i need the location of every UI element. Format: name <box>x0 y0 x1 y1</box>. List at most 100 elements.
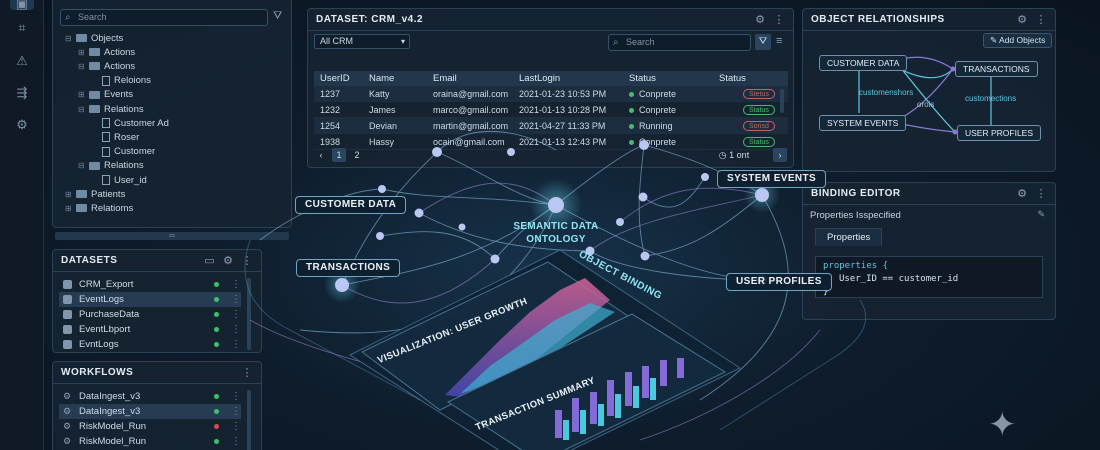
table-cell: martin@gmail.com <box>433 120 509 131</box>
column-header[interactable]: Status <box>713 73 788 84</box>
tree-item[interactable]: Roser <box>91 130 139 144</box>
tree-item[interactable]: ⊟ Objects <box>65 31 123 45</box>
file-icon <box>102 132 110 143</box>
column-header[interactable]: Status <box>623 73 713 84</box>
datasets-item[interactable]: PurchaseData ⋮ <box>59 307 241 322</box>
workflows-item[interactable]: ⚙ RiskModel_Run ⋮ <box>59 434 241 449</box>
datasets-item[interactable]: EvntLogs ⋮ <box>59 337 241 352</box>
filter-icon[interactable]: ⛛ <box>755 34 771 50</box>
datasets-scrollbar[interactable] <box>247 278 251 350</box>
expand-icon[interactable]: ⊞ <box>78 90 86 99</box>
tree-item-label: Customer <box>114 146 156 158</box>
datasets-item[interactable]: EventLbport ⋮ <box>59 322 241 337</box>
collapse-icon[interactable]: ⊟ <box>65 34 73 43</box>
next-page-button[interactable]: › <box>773 148 787 162</box>
datasets-item-label: EventLbport <box>79 324 131 335</box>
rel-node-transactions[interactable]: TRANSACTIONS <box>955 61 1038 77</box>
rel-node-user-profiles[interactable]: USER PROFILES <box>957 125 1042 141</box>
column-header[interactable]: LastLogin <box>513 73 623 84</box>
tree-item[interactable]: ⊟ Actions <box>78 59 135 73</box>
rel-node-customer-data[interactable]: CUSTOMER DATA <box>819 55 908 71</box>
datasets-item[interactable]: EventLogs ⋮ <box>59 292 241 307</box>
more-icon[interactable]: ⋮ <box>242 366 254 379</box>
expand-icon[interactable]: ⊞ <box>78 48 86 57</box>
tree-item[interactable]: ⊞ Actions <box>78 45 135 59</box>
more-icon[interactable]: ⋮ <box>231 324 241 335</box>
menu-icon[interactable]: ≡ <box>776 35 782 47</box>
transaction-summary-title: TRANSACTION SUMMARY <box>474 375 597 434</box>
database-icon <box>63 340 72 349</box>
workflows-item[interactable]: ⚙ DataIngest_v3 ⋮ <box>59 404 241 419</box>
workflows-item-label: RiskModel_Run <box>79 421 147 432</box>
column-header[interactable]: Name <box>363 73 427 84</box>
gear-icon[interactable]: ⚙ <box>1017 187 1027 200</box>
gear-icon[interactable]: ⚙ <box>14 117 30 133</box>
tab-properties[interactable]: Properties <box>815 228 883 246</box>
table-row[interactable]: 1232 James marco@gmail.com 2021-01-13 10:28… <box>314 102 788 118</box>
window-icon[interactable]: ▭ <box>204 254 215 267</box>
tree-item[interactable]: ⊟ Relations <box>78 159 144 173</box>
tree-item[interactable]: Reloions <box>91 74 151 88</box>
tree-item[interactable]: ⊟ Relations <box>78 102 144 116</box>
more-icon[interactable]: ⋮ <box>231 436 241 447</box>
workflows-item[interactable]: ⚙ DataIngest_v3 ⋮ <box>59 389 241 404</box>
tree-item[interactable]: Customer <box>91 145 155 159</box>
dataset-panel: DATASET: CRM_v4.2 ⚙ ⋮ All CRM ▾ ⌕ Search… <box>307 8 794 168</box>
expand-icon[interactable]: ⊞ <box>65 204 73 213</box>
tree-item-label: User_id <box>114 174 147 186</box>
gear-icon[interactable]: ⚙ <box>223 254 233 267</box>
workflows-scrollbar[interactable] <box>247 390 251 450</box>
column-header[interactable]: UserID <box>314 73 363 84</box>
column-header[interactable]: Email <box>427 73 513 84</box>
prev-page-button[interactable]: ‹ <box>314 148 328 162</box>
table-row[interactable]: 1237 Katty oraina@gmail.com 2021-01-23 10:5… <box>314 86 788 102</box>
binding-code-editor[interactable]: properties { User_ID == customer_id } <box>815 256 1043 298</box>
page-2-button[interactable]: 2 <box>350 148 364 162</box>
more-icon[interactable]: ⋮ <box>231 309 241 320</box>
expand-icon[interactable]: ⊞ <box>65 190 73 199</box>
more-icon[interactable]: ⋮ <box>242 254 254 267</box>
grid-icon[interactable]: ▣ <box>10 0 34 11</box>
tree-item[interactable]: Customer Ad <box>91 116 169 130</box>
more-icon[interactable]: ⋮ <box>231 421 241 432</box>
collapse-icon[interactable]: ⊟ <box>78 105 86 114</box>
workflows-item-label: DataIngest_v3 <box>79 391 141 402</box>
collapse-icon[interactable]: ⊟ <box>78 161 86 170</box>
more-icon[interactable]: ⋮ <box>231 406 241 417</box>
collapse-icon[interactable]: ⊟ <box>78 62 86 71</box>
more-icon[interactable]: ⋮ <box>774 13 786 26</box>
flow-icon[interactable]: ⇶ <box>14 85 30 101</box>
tree-item[interactable]: ⊞ Patients <box>65 187 125 201</box>
warning-icon[interactable]: ⚠ <box>14 53 30 69</box>
database-icon <box>63 280 72 289</box>
more-icon[interactable]: ⋮ <box>231 391 241 402</box>
tree-item-label: Patients <box>91 188 126 200</box>
rel-node-system-events[interactable]: SYSTEM EVENTS <box>819 115 907 131</box>
workflows-panel: WORKFLOWS ⋮ ⚙ DataIngest_v3 ⋮ ⚙ DataIngest_v… <box>52 361 262 450</box>
more-icon[interactable]: ⋮ <box>231 294 241 305</box>
gear-icon[interactable]: ⚙ <box>755 13 765 26</box>
tree-item[interactable]: User_id <box>91 173 147 187</box>
chart-icon[interactable]: ⌗ <box>14 20 30 36</box>
page-1-button[interactable]: 1 <box>332 148 346 162</box>
more-icon[interactable]: ⋮ <box>1036 187 1048 200</box>
table-scrollbar[interactable] <box>780 89 784 113</box>
datasets-item-label: EvntLogs <box>79 339 119 350</box>
tree-item[interactable]: ⊞ Relatioms <box>65 201 133 215</box>
filter-icon[interactable]: ⛛ <box>273 10 282 23</box>
tree-item[interactable]: ⊞ Events <box>78 88 133 102</box>
explorer-search-input[interactable]: ⌕ Search <box>60 9 268 26</box>
overlay-node-user-profiles: USER PROFILES <box>726 273 832 291</box>
table-row[interactable]: 1254 Devian martin@gmail.com 2021-04-27 11:… <box>314 118 788 134</box>
edge-label: orois <box>917 100 935 109</box>
folder-icon <box>89 161 100 170</box>
more-icon[interactable]: ⋮ <box>231 339 241 350</box>
pen-icon[interactable]: ✎ <box>1037 209 1045 220</box>
dataset-search-input[interactable]: ⌕ Search <box>608 34 751 51</box>
folder-icon <box>89 90 100 99</box>
panel-resize-handle[interactable]: ═ <box>55 232 289 240</box>
dataset-filter-select[interactable]: All CRM ▾ <box>314 34 410 49</box>
more-icon[interactable]: ⋮ <box>231 279 241 290</box>
workflows-item[interactable]: ⚙ RiskModel_Run ⋮ <box>59 419 241 434</box>
datasets-item[interactable]: CRM_Export ⋮ <box>59 277 241 292</box>
